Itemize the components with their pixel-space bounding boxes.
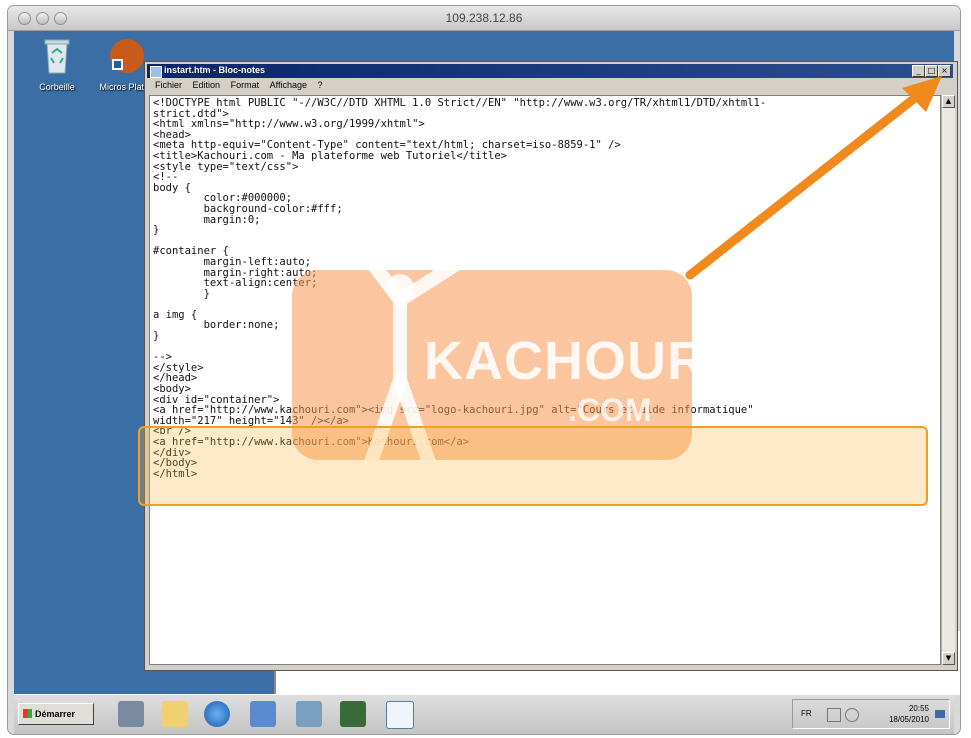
annotation-arrow-icon (685, 76, 942, 280)
flag-icon[interactable] (827, 708, 841, 722)
notepad-icon (150, 66, 162, 78)
terminal-icon[interactable] (340, 701, 366, 727)
scroll-down-icon[interactable]: ▼ (942, 652, 955, 665)
notepad-title: instart.htm - Bloc-notes (164, 65, 266, 75)
internet-explorer-icon[interactable] (204, 701, 230, 727)
code-highlight-box (138, 426, 928, 506)
recycle-bin-icon (44, 39, 70, 74)
desktop-icon-label: Corbeille (39, 82, 75, 92)
remote-desktop-icon[interactable] (250, 701, 276, 727)
clock-time: 20:55 (908, 704, 929, 713)
windows-logo-icon (23, 709, 32, 718)
notepad-taskbar-icon[interactable] (386, 701, 414, 729)
start-button[interactable]: Démarrer (18, 703, 94, 725)
show-desktop-icon[interactable] (935, 710, 945, 718)
network-icon[interactable] (296, 701, 322, 727)
menu-format[interactable]: Format (231, 80, 260, 90)
clock[interactable]: 20:55 18/05/2010 (889, 703, 929, 725)
language-indicator[interactable]: FR (801, 709, 812, 718)
menu-affichage[interactable]: Affichage (270, 80, 307, 90)
system-tray: FR 20:55 18/05/2010 (792, 699, 950, 729)
mac-window-title: 109.238.12.86 (445, 11, 523, 25)
menu-fichier[interactable]: Fichier (155, 80, 182, 90)
taskbar: Démarrer FR 20:55 18/05/2010 (14, 694, 954, 734)
mac-titlebar: 109.238.12.86 (8, 6, 960, 31)
start-label: Démarrer (35, 709, 76, 719)
web-platform-icon (110, 39, 144, 73)
folder-icon[interactable] (162, 701, 188, 727)
menu-help[interactable]: ? (318, 80, 323, 90)
watermark-brand: KACHOURI (424, 331, 723, 391)
network-status-icon[interactable] (845, 708, 859, 722)
desktop-icon-recycle-bin[interactable]: Corbeille (22, 37, 92, 92)
menu-edition[interactable]: Edition (193, 80, 221, 90)
server-manager-icon[interactable] (118, 701, 144, 727)
clock-date: 18/05/2010 (888, 715, 929, 724)
watermark-suffix: .COM (568, 392, 652, 428)
